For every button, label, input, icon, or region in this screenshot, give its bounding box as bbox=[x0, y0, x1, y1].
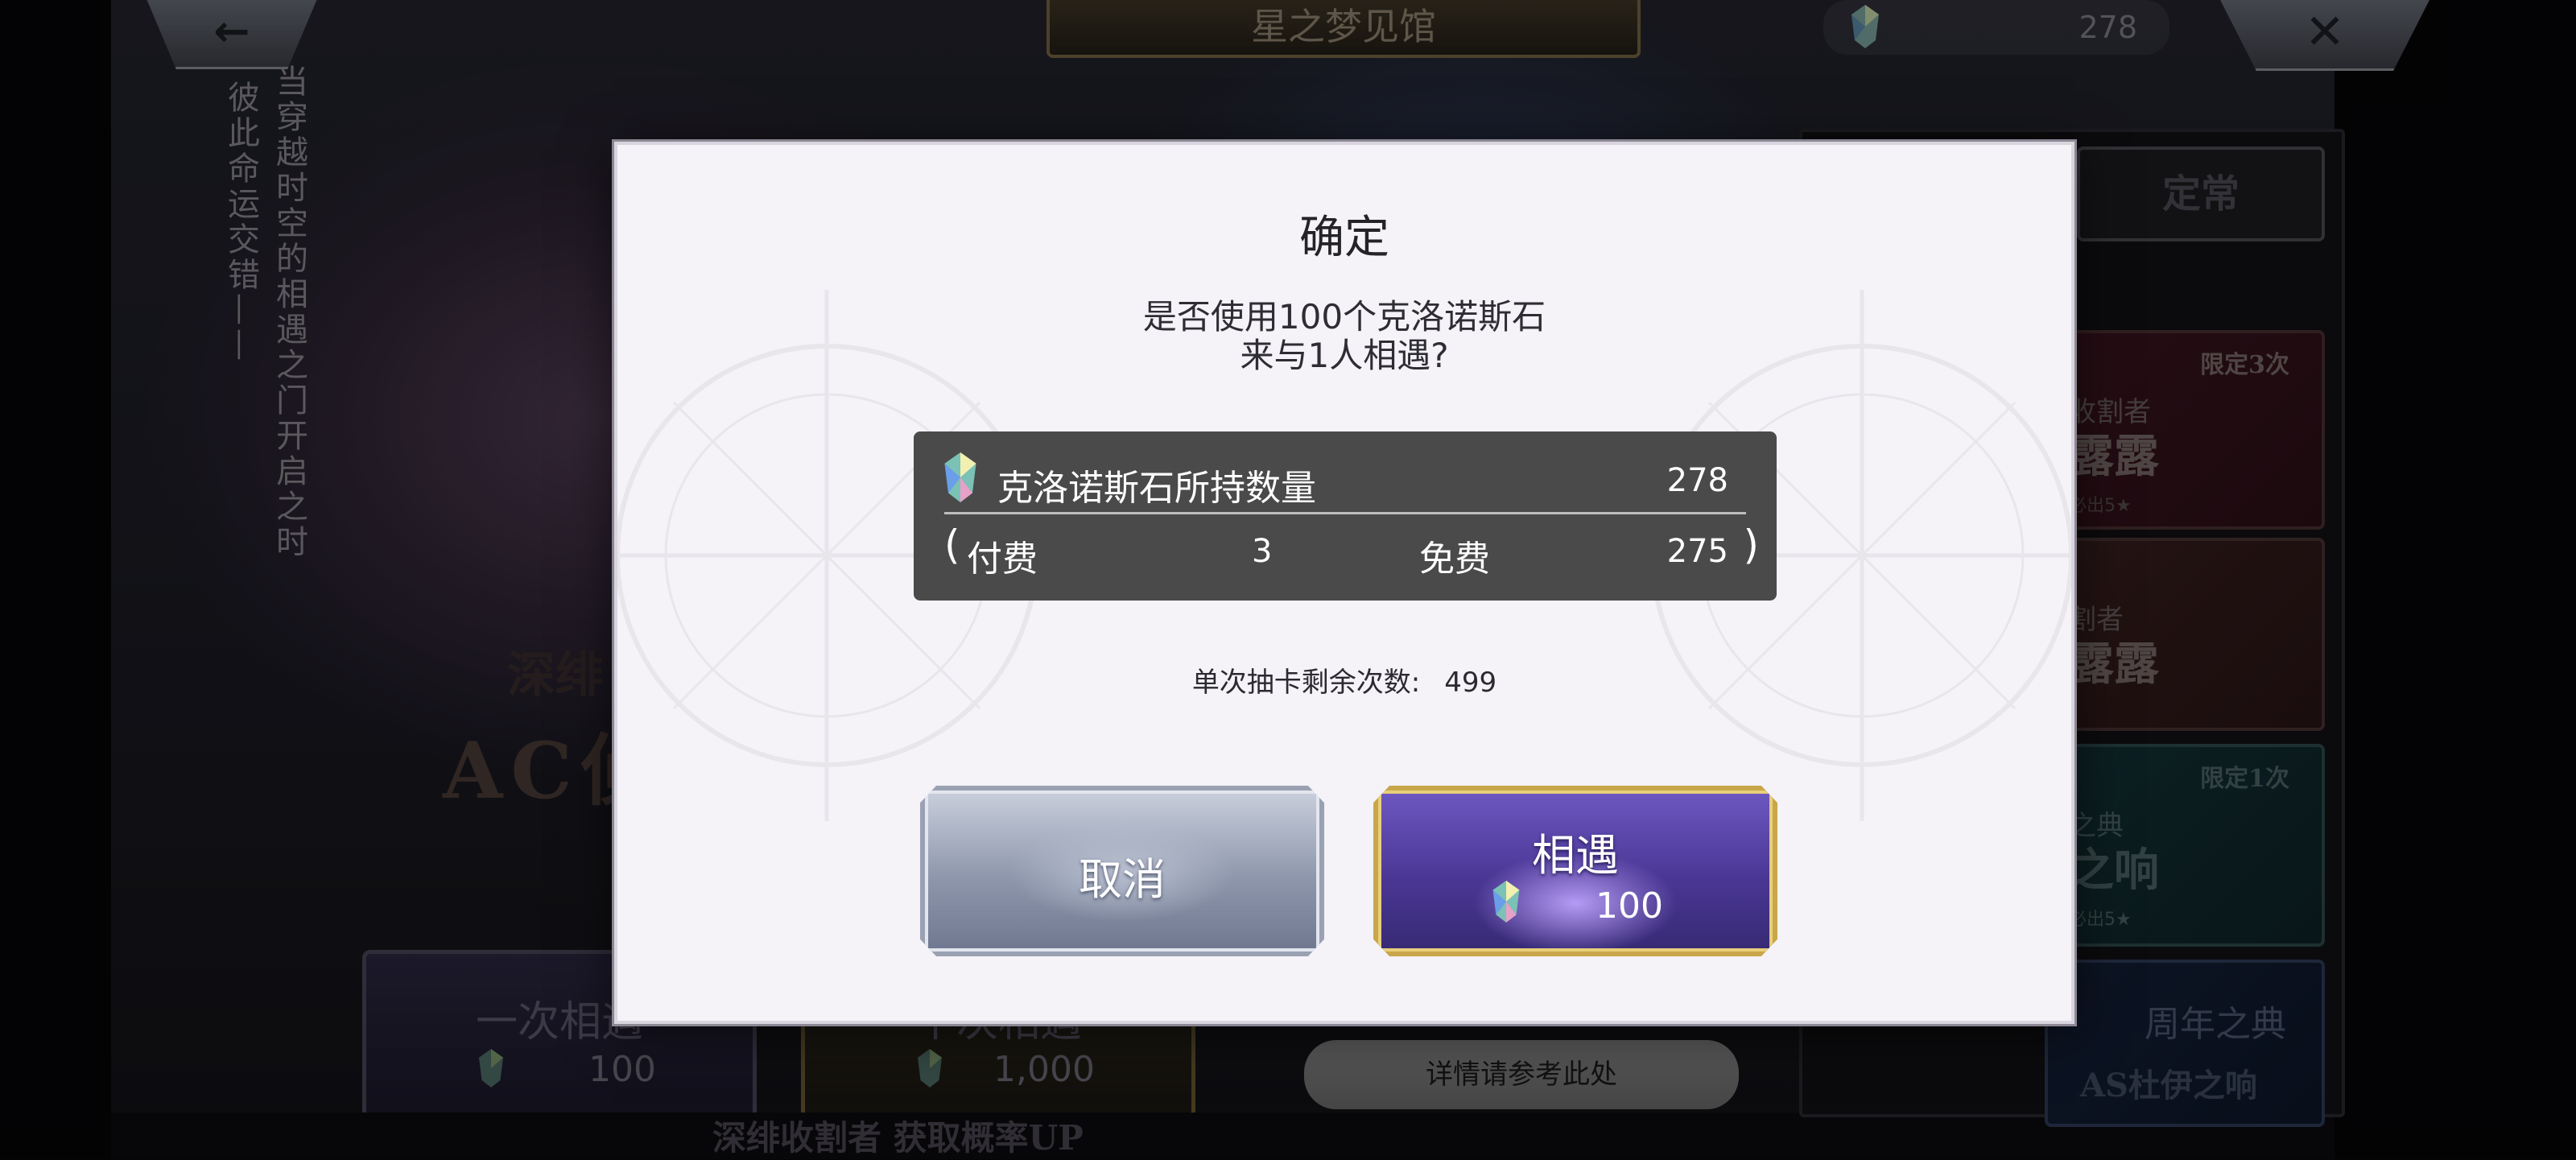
paid-stones-label: 付费 bbox=[967, 539, 1038, 580]
remaining-pulls-label: 单次抽卡剩余次数: bbox=[1191, 667, 1421, 699]
remaining-pulls-value: 499 bbox=[1444, 667, 1497, 699]
dialog-message-line1: 是否使用100个克洛诺斯石 bbox=[1142, 297, 1546, 336]
owned-stones-label: 克洛诺斯石所持数量 bbox=[997, 468, 1316, 509]
confirm-button-label: 相遇 bbox=[1532, 830, 1619, 881]
cancel-button[interactable]: 取消 bbox=[920, 786, 1324, 956]
owned-stones-total: 278 bbox=[1666, 462, 1728, 499]
confirm-summon-button[interactable]: 相遇 100 bbox=[1373, 786, 1777, 956]
dialog-message: 是否使用100个克洛诺斯石 来与1人相遇? bbox=[617, 298, 2071, 375]
paren-open: ( bbox=[944, 522, 960, 568]
paid-stones-value: 3 bbox=[1252, 533, 1273, 570]
divider bbox=[944, 512, 1746, 514]
cancel-button-label: 取消 bbox=[1079, 854, 1166, 905]
free-stones-value: 275 bbox=[1666, 533, 1728, 570]
remaining-pulls: 单次抽卡剩余次数: 499 bbox=[617, 660, 2071, 700]
paren-close: ) bbox=[1743, 522, 1759, 568]
confirm-dialog: 确定 是否使用100个克洛诺斯石 来与1人相遇? 克洛诺斯石所持数量 278 (… bbox=[614, 142, 2074, 1024]
confirm-button-cost: 100 bbox=[1596, 885, 1663, 927]
stone-balance-panel: 克洛诺斯石所持数量 278 ( 付费 3 免费 275 ) bbox=[914, 431, 1777, 601]
dialog-title: 确定 bbox=[1299, 212, 1389, 264]
dialog-message-line2: 来与1人相遇? bbox=[1240, 336, 1449, 375]
chronos-stone-icon bbox=[943, 452, 978, 502]
free-stones-label: 免费 bbox=[1419, 539, 1490, 580]
chronos-stone-icon bbox=[1492, 881, 1520, 923]
